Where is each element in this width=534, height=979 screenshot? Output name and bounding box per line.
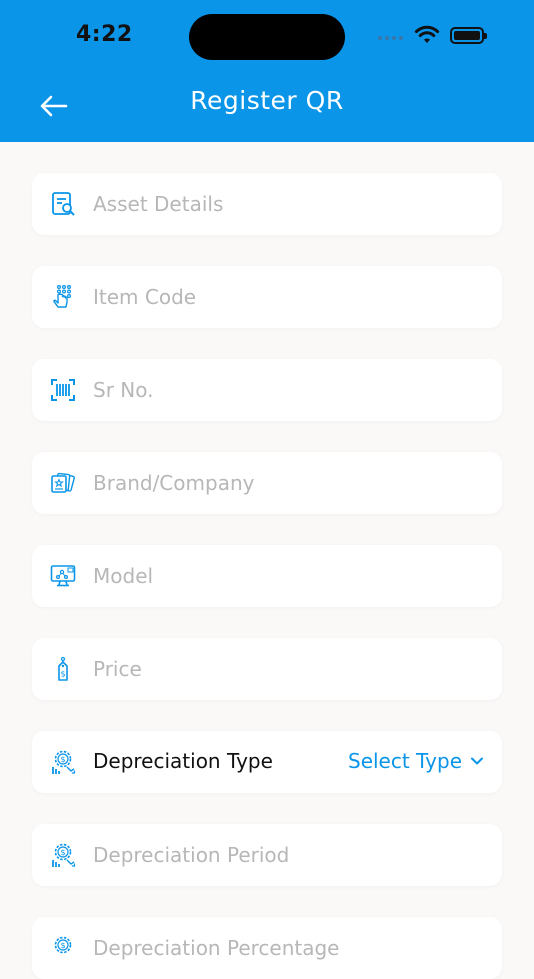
depreciation-percentage-field[interactable]: $ Depreciation Percentage bbox=[32, 917, 502, 979]
depreciation-period-placeholder: Depreciation Period bbox=[93, 843, 290, 867]
asset-details-placeholder: Asset Details bbox=[93, 192, 224, 216]
model-placeholder: Model bbox=[93, 564, 154, 588]
wifi-icon bbox=[414, 25, 440, 43]
select-type-value: Select Type bbox=[348, 749, 462, 773]
depreciation-icon: $ bbox=[54, 936, 72, 954]
depreciation-type-field: $ Depreciation Type Select Type bbox=[32, 731, 502, 793]
dynamic-island bbox=[189, 14, 345, 60]
model-field[interactable]: Model bbox=[32, 545, 502, 607]
document-search-icon bbox=[52, 192, 75, 216]
item-code-placeholder: Item Code bbox=[93, 285, 197, 309]
keypad-hand-icon bbox=[53, 285, 72, 308]
serial-number-field[interactable]: Sr No. bbox=[32, 359, 502, 421]
depreciation-icon: $ bbox=[52, 843, 76, 867]
asset-details-field[interactable]: Asset Details bbox=[32, 173, 502, 235]
app-header: 4:22 Register QR bbox=[0, 0, 534, 142]
depreciation-period-field[interactable]: $ Depreciation Period bbox=[32, 824, 502, 886]
price-field[interactable]: $ Price bbox=[32, 638, 502, 700]
svg-text:$: $ bbox=[60, 848, 65, 857]
depreciation-type-label: Depreciation Type bbox=[93, 749, 273, 773]
svg-text:$: $ bbox=[60, 755, 65, 764]
brand-company-placeholder: Brand/Company bbox=[93, 471, 255, 495]
item-code-field[interactable]: Item Code bbox=[32, 266, 502, 328]
status-time: 4:22 bbox=[76, 22, 133, 47]
price-placeholder: Price bbox=[93, 657, 142, 681]
serial-number-placeholder: Sr No. bbox=[93, 378, 154, 402]
signal-icon bbox=[378, 36, 403, 40]
brand-company-field[interactable]: Brand/Company bbox=[32, 452, 502, 514]
depreciation-type-select[interactable]: Select Type bbox=[348, 748, 484, 774]
price-tag-icon: $ bbox=[58, 656, 68, 681]
chevron-down-icon bbox=[471, 757, 483, 765]
svg-text:$: $ bbox=[60, 941, 65, 950]
svg-text:$: $ bbox=[60, 670, 65, 679]
monitor-model-icon bbox=[50, 565, 76, 587]
barcode-scan-icon bbox=[51, 379, 75, 401]
page-title: Register QR bbox=[190, 86, 344, 115]
battery-icon bbox=[450, 27, 487, 44]
depreciation-icon: $ bbox=[52, 750, 76, 774]
brand-cards-icon bbox=[51, 472, 75, 493]
depreciation-percentage-placeholder: Depreciation Percentage bbox=[93, 936, 340, 960]
